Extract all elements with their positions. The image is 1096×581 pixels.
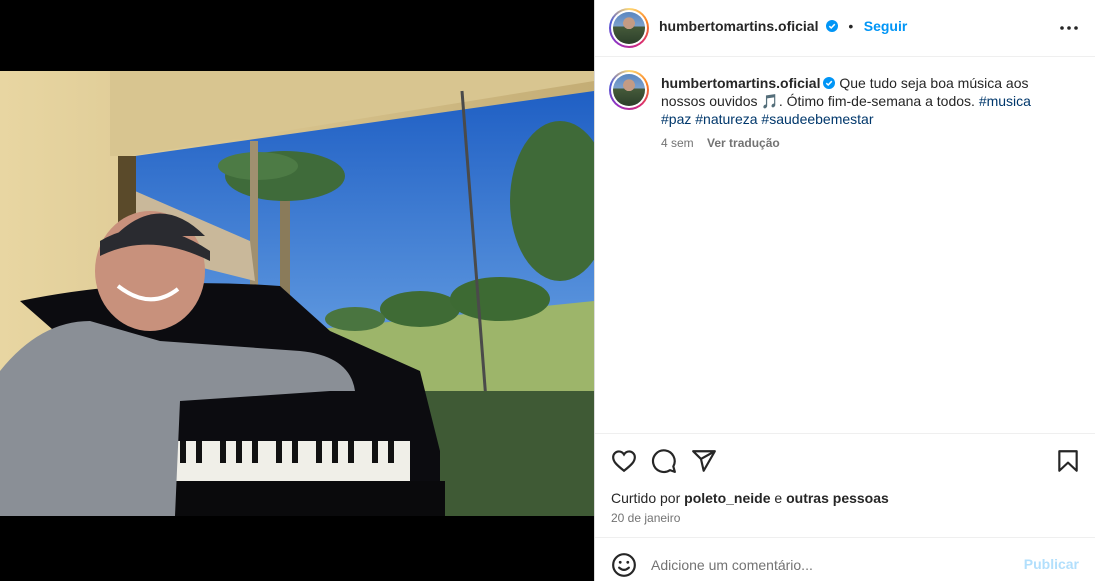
avatar-border — [611, 10, 647, 46]
post-panel: humbertomartins.oficial • Seguir humbert… — [594, 0, 1096, 581]
username-link[interactable]: humbertomartins.oficial — [659, 18, 818, 34]
comment-icon[interactable] — [651, 448, 677, 474]
likes-connector: e — [774, 490, 783, 506]
likes-prefix: Curtido por — [611, 490, 681, 506]
hashtag-paz[interactable]: #paz — [661, 111, 691, 127]
more-options-icon[interactable] — [1057, 18, 1081, 38]
post-dialog: humbertomartins.oficial • Seguir humbert… — [0, 0, 1096, 581]
post-time[interactable]: 4 sem — [661, 136, 694, 150]
post-date[interactable]: 20 de janeiro — [611, 511, 680, 525]
header-user-line: humbertomartins.oficial • Seguir — [659, 18, 907, 36]
comment-composer: Publicar — [595, 537, 1095, 581]
bookmark-icon[interactable] — [1055, 448, 1081, 474]
caption-avatar-border — [611, 72, 647, 108]
comment-input[interactable] — [651, 552, 1011, 578]
emoji-icon[interactable] — [611, 552, 637, 578]
verified-badge-icon — [825, 20, 838, 32]
photo-image — [0, 71, 594, 516]
share-icon[interactable] — [691, 448, 717, 474]
post-caption: humbertomartins.oficial Que tudo seja bo… — [661, 74, 1061, 128]
hashtag-natureza[interactable]: #natureza — [695, 111, 757, 127]
music-emoji-icon: 🎵 — [761, 93, 779, 109]
hashtag-musica[interactable]: #musica — [979, 93, 1031, 109]
separator-dot: • — [848, 18, 854, 34]
publish-button[interactable]: Publicar — [1024, 556, 1079, 572]
post-header: humbertomartins.oficial • Seguir — [595, 0, 1095, 57]
comments-section: humbertomartins.oficial Que tudo seja bo… — [595, 58, 1095, 433]
caption-username[interactable]: humbertomartins.oficial — [661, 75, 820, 91]
verified-badge-icon — [823, 77, 836, 89]
post-media — [0, 0, 594, 581]
hashtag-saudeebemestar[interactable]: #saudeebemestar — [761, 111, 873, 127]
action-bar: Curtido por poleto_neide e outras pessoa… — [595, 433, 1095, 537]
see-translation-link[interactable]: Ver tradução — [707, 136, 780, 150]
caption-text-2: . Ótimo fim-de-semana a todos. — [778, 93, 975, 109]
likes-user-link[interactable]: poleto_neide — [684, 490, 770, 506]
likes-others-link[interactable]: outras pessoas — [786, 490, 889, 506]
avatar[interactable] — [609, 8, 649, 48]
follow-button[interactable]: Seguir — [864, 18, 908, 34]
caption-meta: 4 sem Ver tradução — [661, 136, 790, 150]
caption-avatar-image — [613, 74, 645, 106]
caption-avatar[interactable] — [609, 70, 649, 110]
avatar-image — [613, 12, 645, 44]
heart-icon[interactable] — [611, 448, 637, 474]
likes-summary: Curtido por poleto_neide e outras pessoa… — [611, 490, 889, 506]
post-photo[interactable] — [0, 71, 594, 516]
